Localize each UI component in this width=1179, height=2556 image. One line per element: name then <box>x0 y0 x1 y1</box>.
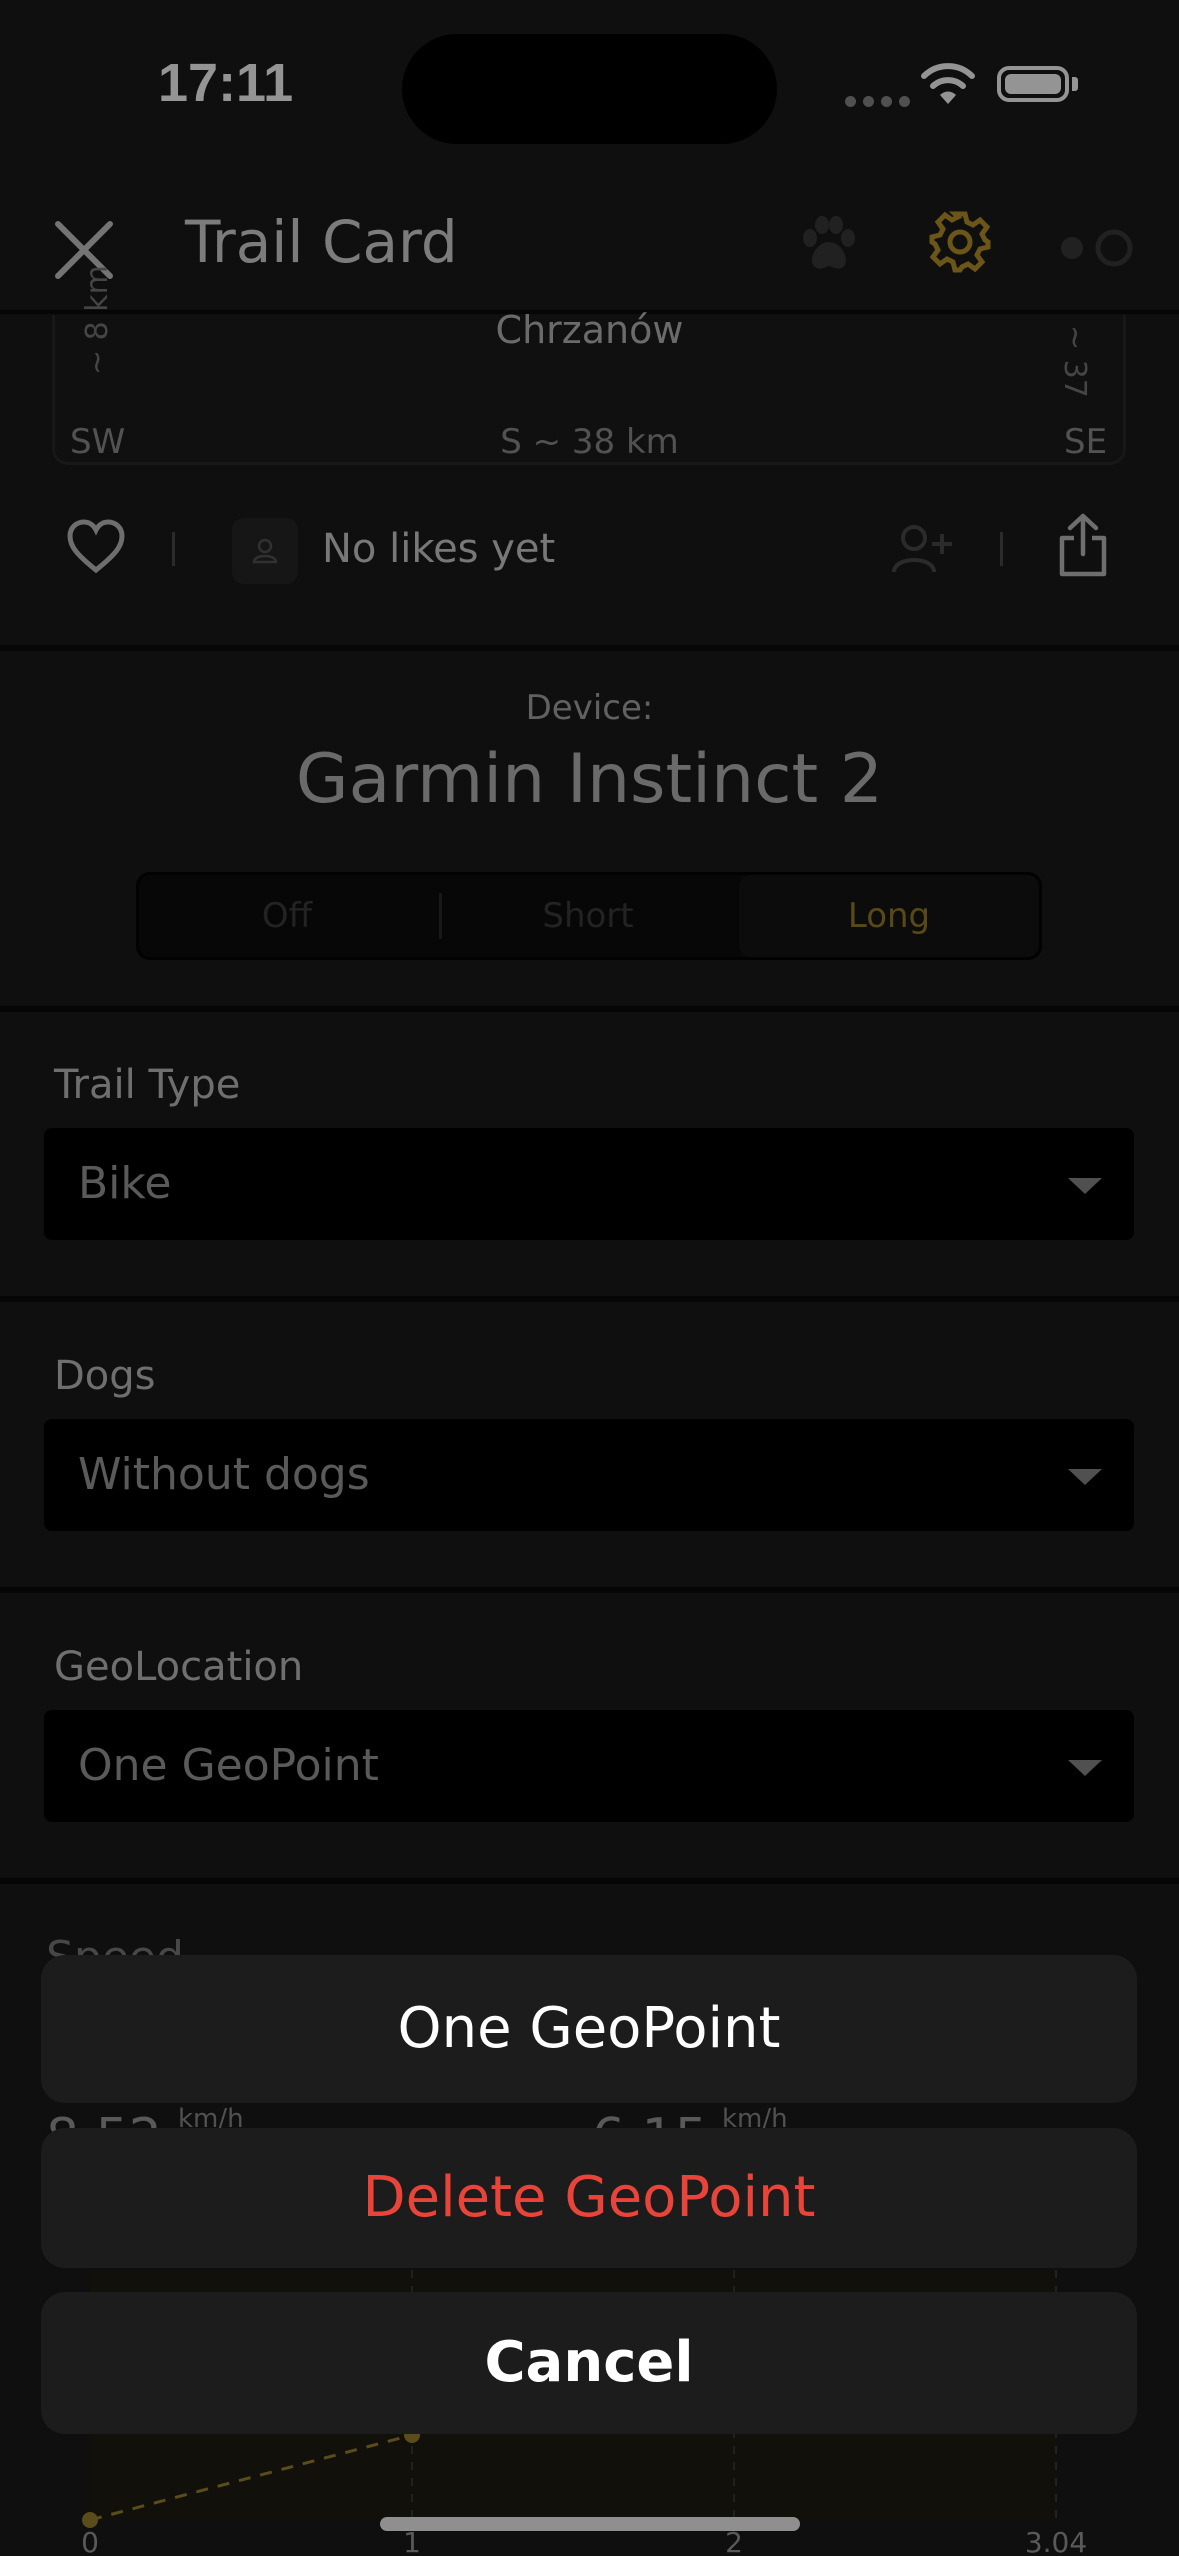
option-one-geopoint-label: One GeoPoint <box>397 1996 781 2061</box>
delete-geopoint-button[interactable]: Delete GeoPoint <box>41 2128 1137 2268</box>
option-one-geopoint-button[interactable]: One GeoPoint <box>41 1955 1137 2103</box>
delete-geopoint-label: Delete GeoPoint <box>362 2165 816 2230</box>
cancel-button[interactable]: Cancel <box>41 2292 1137 2434</box>
home-indicator[interactable] <box>380 2517 800 2531</box>
cancel-label: Cancel <box>484 2330 694 2395</box>
